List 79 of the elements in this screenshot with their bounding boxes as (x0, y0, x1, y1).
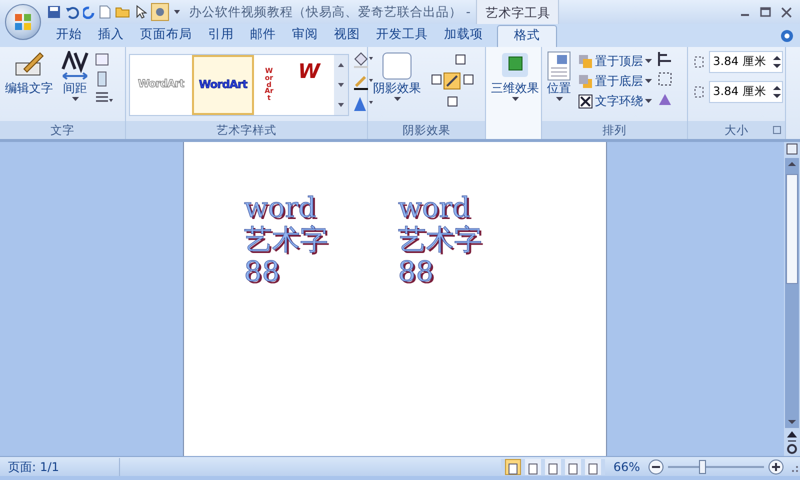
send-backward-icon (578, 74, 593, 88)
zoom-in-icon[interactable] (768, 458, 784, 474)
zoom-out-icon[interactable] (648, 458, 664, 474)
shape-height-field[interactable]: 3.84 厘米 (709, 51, 783, 73)
caret-icon (394, 96, 400, 102)
caret-icon (645, 98, 652, 104)
caret-icon (556, 96, 562, 102)
edit-text-button[interactable]: 编辑文字 (3, 51, 55, 97)
text-wrapping-button[interactable]: 文字环绕 (576, 91, 654, 111)
wordart-text: 艺术字 (398, 224, 482, 256)
caret-icon (645, 58, 652, 64)
caret-icon (72, 96, 78, 102)
send-to-back-button[interactable]: 置于底层 (576, 71, 654, 91)
wordart-style-option[interactable]: WordArt (192, 55, 254, 115)
caret-icon (645, 78, 652, 84)
bring-to-front-button[interactable]: 置于顶层 (576, 51, 654, 71)
wordart-text: 艺术字 (244, 224, 328, 256)
wrap-icon (578, 94, 593, 108)
group-label: 艺术字样式 (126, 121, 367, 139)
spacing-button[interactable]: 间距 (58, 51, 92, 102)
letter-spacing-icon (60, 51, 90, 81)
ribbon-tab[interactable]: 开发工具 (368, 25, 436, 47)
pen-color-icon[interactable] (352, 73, 374, 91)
zoom-level[interactable]: 66% (605, 458, 648, 476)
page-view-icon (507, 463, 520, 476)
view-mode-button[interactable] (545, 458, 562, 474)
wordart-text: word (398, 192, 472, 224)
bring-forward-icon (578, 54, 593, 68)
redo-icon[interactable] (83, 5, 95, 19)
page-view-icon (567, 463, 580, 476)
close-icon[interactable] (781, 6, 792, 18)
context-tab-group-label: 艺术字工具 (476, 0, 560, 24)
group-label: 大小 (688, 121, 785, 139)
help-icon[interactable] (780, 29, 794, 43)
page-count: 页面: 1/1 (0, 458, 120, 476)
page-view-icon (547, 463, 560, 476)
shadow-box-icon (381, 51, 413, 81)
ribbon-tab[interactable]: 插入 (90, 25, 132, 47)
group-label: 文字 (0, 121, 125, 139)
wordart-text: word (244, 192, 318, 224)
spinner-icon[interactable] (772, 54, 782, 70)
office-button[interactable] (5, 4, 41, 40)
pointer-icon[interactable] (135, 5, 147, 19)
align-icon[interactable] (95, 91, 113, 105)
undo-icon[interactable] (65, 5, 79, 19)
wordart-text: 88 (244, 256, 281, 288)
page-view-icon (527, 463, 540, 476)
view-mode-button[interactable] (565, 458, 582, 474)
dialog-launcher-icon[interactable] (773, 126, 781, 134)
view-mode-button[interactable] (585, 458, 602, 474)
save-icon[interactable] (47, 5, 61, 19)
ribbon-tab[interactable]: 页面布局 (132, 25, 200, 47)
maximize-icon[interactable] (760, 6, 771, 18)
ribbon-tab[interactable]: 审阅 (284, 25, 326, 47)
page-view-icon (587, 463, 600, 476)
caret-icon (512, 96, 518, 102)
ribbon-tab[interactable]: 加载项 (436, 25, 491, 47)
group-label: 阴影效果 (368, 121, 485, 139)
shadow-effects-button[interactable]: 阴影效果 (371, 51, 423, 102)
window-title: 办公软件视频教程（快易高、爱奇艺联合出品） - (189, 2, 470, 21)
vertical-scrollbar[interactable] (785, 158, 799, 428)
view-mode-button[interactable] (525, 458, 542, 474)
view-mode-button[interactable] (505, 458, 522, 474)
ribbon-tab[interactable]: 开始 (48, 25, 90, 47)
zoom-slider-thumb[interactable] (698, 460, 706, 474)
spinner-icon[interactable] (772, 84, 782, 100)
shape-width-field[interactable]: 3.84 厘米 (709, 81, 783, 103)
windows-logo-icon (14, 13, 32, 31)
browse-object-icon[interactable] (786, 442, 798, 456)
new-document-icon[interactable] (99, 5, 111, 19)
wordart-text: 88 (398, 256, 435, 288)
group-label: 排列 (542, 121, 687, 139)
ribbon-tab[interactable]: 格式 (497, 25, 557, 47)
ruler-toggle-icon[interactable] (786, 142, 798, 156)
ribbon-tab[interactable]: 视图 (326, 25, 368, 47)
ribbon-tab[interactable]: 引用 (200, 25, 242, 47)
page-position-icon (547, 51, 571, 81)
position-button[interactable]: 位置 (545, 51, 573, 102)
ribbon-tab[interactable]: 邮件 (242, 25, 284, 47)
